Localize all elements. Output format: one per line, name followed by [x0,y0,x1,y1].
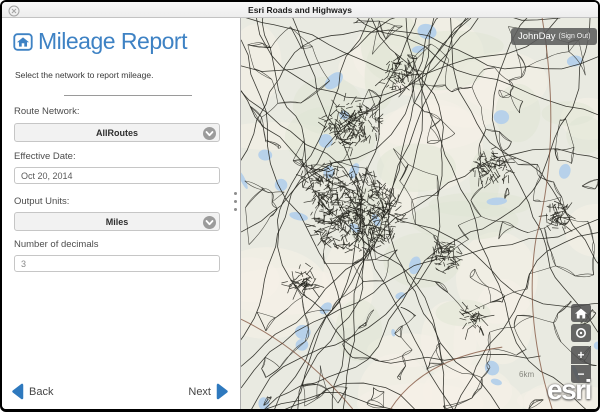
window-body: Esri Roads and Highways Mileage Report S… [2,2,598,409]
route-network-dropdown[interactable]: AllRoutes [14,123,220,142]
chevron-down-icon[interactable] [203,216,216,229]
titlebar: Esri Roads and Highways [2,2,598,18]
chevron-left-icon [11,383,24,400]
effective-date-input[interactable] [14,167,220,184]
home-icon [574,307,588,320]
decimals-label: Number of decimals [14,239,98,250]
basemap [241,18,598,409]
decimals-input[interactable] [14,255,220,272]
next-button[interactable]: Next [188,383,229,400]
chevron-down-icon[interactable] [203,127,216,140]
instruction-text: Select the network to report mileage. [15,70,153,80]
zoom-in-button[interactable]: + [571,346,591,364]
route-network-value: AllRoutes [96,128,138,138]
app-window: Esri Roads and Highways Mileage Report S… [0,0,600,412]
home-icon [12,31,34,53]
back-button[interactable]: Back [11,383,53,400]
sign-out-link[interactable]: (Sign Out) [559,33,591,40]
effective-date-label: Effective Date: [14,151,76,162]
user-name: JohnDay [518,31,556,42]
next-label: Next [188,386,211,398]
output-units-value: Miles [106,217,129,227]
scale-label: 6km [519,370,534,379]
app-title: Esri Roads and Highways [2,5,598,15]
output-units-label: Output Units: [14,196,69,207]
output-units-dropdown[interactable]: Miles [14,212,220,231]
locate-icon [574,326,588,340]
back-label: Back [29,386,53,398]
panel-drag-handle[interactable] [231,192,239,214]
map-home-button[interactable] [571,304,591,322]
route-network-label: Route Network: [14,106,79,117]
map-canvas[interactable]: JohnDay (Sign Out) + − 6km esri [240,18,598,409]
divider [64,95,192,96]
side-panel: Mileage Report Select the network to rep… [2,18,240,409]
map-locate-button[interactable] [571,324,591,342]
page-title: Mileage Report [38,28,187,55]
chevron-right-icon [216,383,229,400]
panel-header: Mileage Report [12,28,187,55]
user-badge: JohnDay (Sign Out) [511,28,597,45]
esri-logo: esri [547,374,591,406]
